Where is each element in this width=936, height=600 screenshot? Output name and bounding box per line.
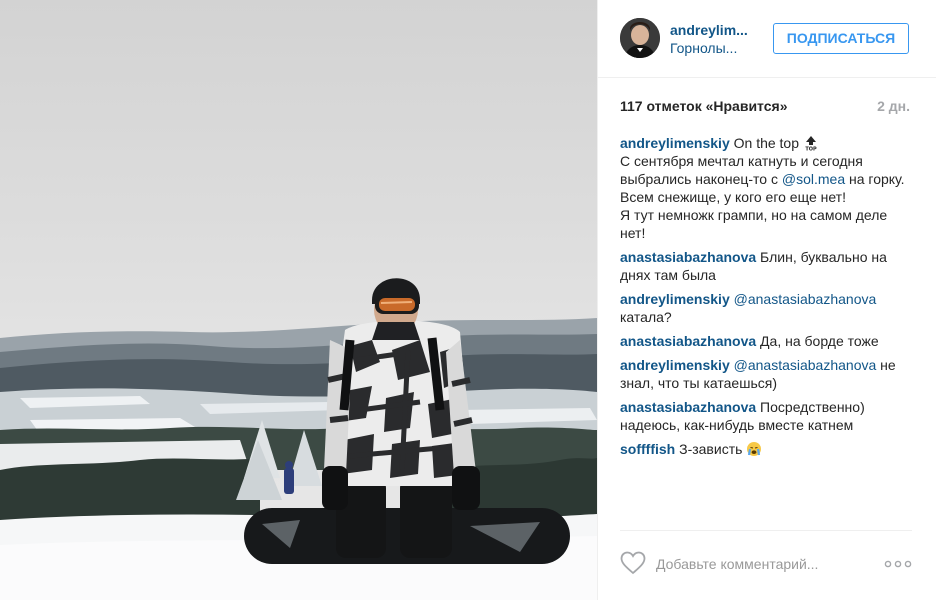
comment-username[interactable]: andreylimenskiy xyxy=(620,357,730,373)
author-username[interactable]: andreylim... xyxy=(670,22,752,38)
post-footer xyxy=(620,530,912,598)
comment-text: З-зависть xyxy=(675,441,747,457)
comment-input[interactable] xyxy=(656,553,866,575)
comment-text: On the top xyxy=(729,135,803,151)
comment: anastasiabazhanova Блин, буквально на дн… xyxy=(620,248,912,284)
comment: andreylimenskiy @anastasiabazhanova не з… xyxy=(620,356,912,392)
likes-row: 117 отметок «Нравится» 2 дн. xyxy=(620,98,910,118)
comment-mention[interactable]: @anastasiabazhanova xyxy=(734,291,877,307)
svg-text:TOP: TOP xyxy=(805,147,817,152)
comment-username[interactable]: andreylimenskiy xyxy=(620,135,730,151)
follow-button[interactable]: ПОДПИСАТЬСЯ xyxy=(773,23,909,54)
comments-list: andreylimenskiy On the top TOP С сентября… xyxy=(620,134,912,464)
comment-mention[interactable]: @sol.mea xyxy=(782,171,845,187)
comment-mention[interactable]: @anastasiabazhanova xyxy=(734,357,877,373)
post-time[interactable]: 2 дн. xyxy=(877,98,910,114)
comment: anastasiabazhanova Посредственно) надеюс… xyxy=(620,398,912,434)
comment: andreylimenskiy On the top TOP С сентября… xyxy=(620,134,912,242)
post-header: andreylim... Горнолы... ПОДПИСАТЬСЯ xyxy=(598,0,936,78)
comment-text: Да, на борде тоже xyxy=(756,333,879,349)
heart-icon[interactable] xyxy=(620,551,646,575)
post-location[interactable]: Горнолы... xyxy=(670,40,752,56)
comment-username[interactable]: soffffish xyxy=(620,441,675,457)
instagram-post: andreylim... Горнолы... ПОДПИСАТЬСЯ 117 … xyxy=(0,0,936,600)
comment-username[interactable]: andreylimenskiy xyxy=(620,291,730,307)
post-photo[interactable] xyxy=(0,0,597,600)
comment-text: катала? xyxy=(620,309,672,325)
comment-username[interactable]: anastasiabazhanova xyxy=(620,333,756,349)
top-arrow-icon: TOP xyxy=(803,135,819,151)
post-side-panel: andreylim... Горнолы... ПОДПИСАТЬСЯ 117 … xyxy=(597,0,936,600)
comment-username[interactable]: anastasiabazhanova xyxy=(620,249,756,265)
comment-text: Я тут немножк грампи, но на самом деле н… xyxy=(620,207,888,241)
comment: anastasiabazhanova Да, на борде тоже xyxy=(620,332,912,350)
author-avatar[interactable] xyxy=(620,18,660,58)
comment: soffffish З-зависть xyxy=(620,440,912,458)
comment-username[interactable]: anastasiabazhanova xyxy=(620,399,756,415)
crying-emoji-icon xyxy=(746,441,762,457)
snowboarder-photo xyxy=(0,278,597,600)
comment: andreylimenskiy @anastasiabazhanova ката… xyxy=(620,290,912,326)
likes-count[interactable]: 117 отметок «Нравится» xyxy=(620,98,787,114)
more-options-icon[interactable] xyxy=(884,553,912,575)
